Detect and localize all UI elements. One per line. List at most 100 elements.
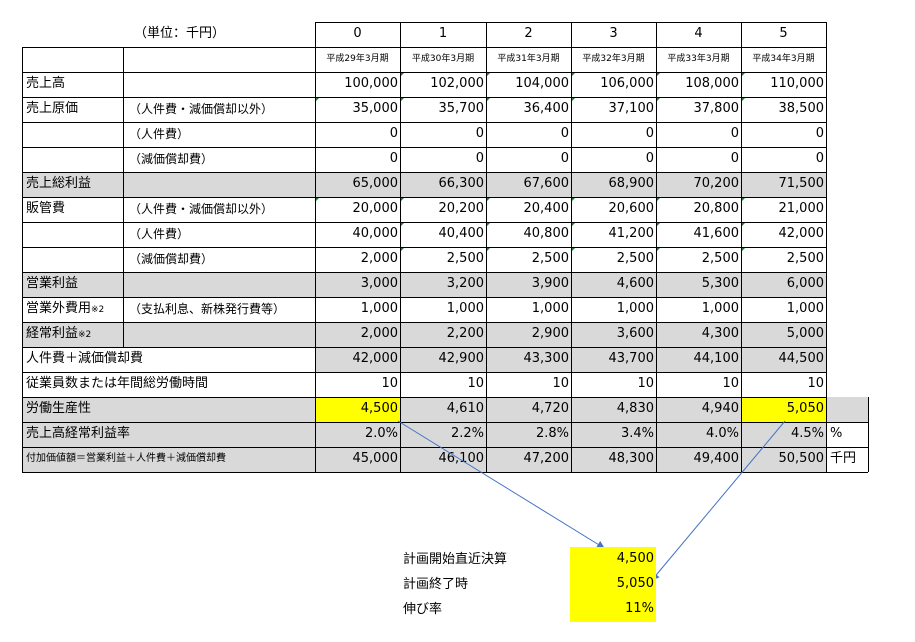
value-cell[interactable]: 20,600 — [571, 197, 656, 222]
value-cell[interactable]: 66,300 — [400, 172, 486, 197]
value-cell[interactable]: 20,800 — [656, 197, 741, 222]
value-cell[interactable]: 4.0% — [656, 422, 741, 447]
value-cell[interactable]: 0 — [315, 122, 400, 147]
summary-value[interactable]: 5,050 — [570, 572, 656, 597]
value-cell[interactable]: 10 — [400, 372, 486, 397]
value-cell[interactable]: 40,400 — [400, 222, 486, 247]
value-cell[interactable]: 49,400 — [656, 447, 741, 472]
value-cell[interactable]: 40,800 — [486, 222, 571, 247]
value-cell[interactable]: 44,100 — [656, 347, 741, 372]
value-cell[interactable]: 20,200 — [400, 197, 486, 222]
value-cell[interactable]: 2,500 — [400, 247, 486, 272]
value-cell[interactable]: 10 — [741, 372, 826, 397]
value-cell[interactable]: 71,500 — [741, 172, 826, 197]
period-header[interactable]: 平成32年3月期 — [571, 47, 656, 72]
value-cell[interactable]: 43,300 — [486, 347, 571, 372]
value-cell[interactable]: 41,200 — [571, 222, 656, 247]
value-cell[interactable]: 1,000 — [315, 297, 400, 322]
value-cell[interactable]: 5,050 — [741, 397, 826, 422]
value-cell[interactable]: 2,000 — [315, 247, 400, 272]
value-cell[interactable]: 0 — [315, 147, 400, 172]
value-cell[interactable]: 3,200 — [400, 272, 486, 297]
period-header[interactable]: 平成31年3月期 — [486, 47, 571, 72]
value-cell[interactable]: 4,940 — [656, 397, 741, 422]
value-cell[interactable]: 0 — [400, 147, 486, 172]
value-cell[interactable]: 10 — [571, 372, 656, 397]
value-cell[interactable]: 20,000 — [315, 197, 400, 222]
value-cell[interactable]: 0 — [741, 122, 826, 147]
value-cell[interactable]: 4,720 — [486, 397, 571, 422]
value-cell[interactable]: 2.2% — [400, 422, 486, 447]
value-cell[interactable]: 10 — [656, 372, 741, 397]
value-cell[interactable]: 37,100 — [571, 97, 656, 122]
value-cell[interactable]: 100,000 — [315, 72, 400, 97]
value-cell[interactable]: 2.8% — [486, 422, 571, 447]
period-header[interactable]: 平成33年3月期 — [656, 47, 741, 72]
value-cell[interactable]: 5,300 — [656, 272, 741, 297]
value-cell[interactable]: 1,000 — [656, 297, 741, 322]
value-cell[interactable]: 3,900 — [486, 272, 571, 297]
value-cell[interactable]: 67,600 — [486, 172, 571, 197]
year-header[interactable]: 2 — [486, 22, 571, 47]
value-cell[interactable]: 4,500 — [315, 397, 400, 422]
value-cell[interactable]: 2.0% — [315, 422, 400, 447]
value-cell[interactable]: 68,900 — [571, 172, 656, 197]
value-cell[interactable]: 50,500 — [741, 447, 826, 472]
value-cell[interactable]: 0 — [571, 122, 656, 147]
value-cell[interactable]: 65,000 — [315, 172, 400, 197]
value-cell[interactable]: 1,000 — [571, 297, 656, 322]
value-cell[interactable]: 2,900 — [486, 322, 571, 347]
value-cell[interactable]: 42,000 — [315, 347, 400, 372]
value-cell[interactable]: 38,500 — [741, 97, 826, 122]
value-cell[interactable]: 2,500 — [656, 247, 741, 272]
value-cell[interactable]: 40,000 — [315, 222, 400, 247]
value-cell[interactable]: 10 — [315, 372, 400, 397]
value-cell[interactable]: 44,500 — [741, 347, 826, 372]
value-cell[interactable]: 4.5% — [741, 422, 826, 447]
value-cell[interactable]: 42,900 — [400, 347, 486, 372]
value-cell[interactable]: 45,000 — [315, 447, 400, 472]
value-cell[interactable]: 108,000 — [656, 72, 741, 97]
value-cell[interactable]: 1,000 — [486, 297, 571, 322]
value-cell[interactable]: 47,200 — [486, 447, 571, 472]
value-cell[interactable]: 3,000 — [315, 272, 400, 297]
year-header[interactable]: 1 — [400, 22, 486, 47]
period-header[interactable]: 平成30年3月期 — [400, 47, 486, 72]
value-cell[interactable]: 37,800 — [656, 97, 741, 122]
value-cell[interactable]: 21,000 — [741, 197, 826, 222]
year-header[interactable]: 4 — [656, 22, 741, 47]
summary-value[interactable]: 4,500 — [570, 547, 656, 572]
value-cell[interactable]: 20,400 — [486, 197, 571, 222]
value-cell[interactable]: 46,100 — [400, 447, 486, 472]
value-cell[interactable]: 0 — [656, 122, 741, 147]
period-header[interactable]: 平成29年3月期 — [315, 47, 400, 72]
value-cell[interactable]: 106,000 — [571, 72, 656, 97]
value-cell[interactable]: 3,600 — [571, 322, 656, 347]
value-cell[interactable]: 48,300 — [571, 447, 656, 472]
value-cell[interactable]: 2,000 — [315, 322, 400, 347]
value-cell[interactable]: 36,400 — [486, 97, 571, 122]
period-header[interactable]: 平成34年3月期 — [741, 47, 826, 72]
value-cell[interactable]: 43,700 — [571, 347, 656, 372]
year-header[interactable]: 0 — [315, 22, 400, 47]
value-cell[interactable]: 0 — [486, 147, 571, 172]
value-cell[interactable]: 0 — [656, 147, 741, 172]
value-cell[interactable]: 1,000 — [400, 297, 486, 322]
value-cell[interactable]: 0 — [400, 122, 486, 147]
year-header[interactable]: 5 — [741, 22, 826, 47]
value-cell[interactable]: 6,000 — [741, 272, 826, 297]
value-cell[interactable]: 0 — [486, 122, 571, 147]
value-cell[interactable]: 110,000 — [741, 72, 826, 97]
value-cell[interactable]: 0 — [741, 147, 826, 172]
value-cell[interactable]: 3.4% — [571, 422, 656, 447]
value-cell[interactable]: 2,200 — [400, 322, 486, 347]
value-cell[interactable]: 2,500 — [571, 247, 656, 272]
value-cell[interactable]: 41,600 — [656, 222, 741, 247]
value-cell[interactable]: 4,600 — [571, 272, 656, 297]
value-cell[interactable]: 35,700 — [400, 97, 486, 122]
value-cell[interactable]: 70,200 — [656, 172, 741, 197]
value-cell[interactable]: 104,000 — [486, 72, 571, 97]
year-header[interactable]: 3 — [571, 22, 656, 47]
value-cell[interactable]: 10 — [486, 372, 571, 397]
value-cell[interactable]: 0 — [571, 147, 656, 172]
